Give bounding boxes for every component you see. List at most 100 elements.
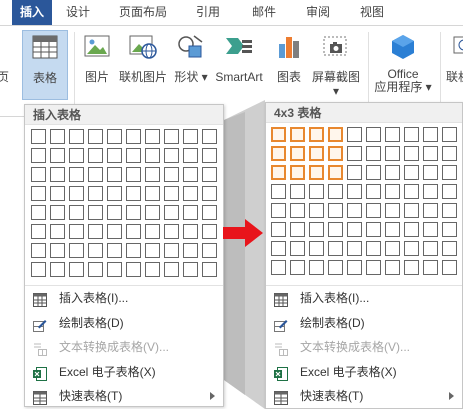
table-grid-cell[interactable] <box>404 165 419 180</box>
table-grid-cell[interactable] <box>164 167 179 182</box>
table-grid-cell[interactable] <box>69 243 84 258</box>
table-grid-cell[interactable] <box>404 184 419 199</box>
table-grid-cell[interactable] <box>202 224 217 239</box>
table-grid-cell[interactable] <box>145 167 160 182</box>
table-grid-cell[interactable] <box>164 205 179 220</box>
table-grid-cell[interactable] <box>183 186 198 201</box>
table-grid-cell[interactable] <box>309 260 324 275</box>
office-apps-button[interactable]: Office 应用程序 ▾ <box>372 30 434 100</box>
table-grid-cell[interactable] <box>202 205 217 220</box>
table-grid-cell[interactable] <box>183 224 198 239</box>
table-grid-cell[interactable] <box>88 205 103 220</box>
table-grid-cell[interactable] <box>347 146 362 161</box>
tab-review[interactable]: 审阅 <box>298 0 338 25</box>
table-grid-cell[interactable] <box>145 186 160 201</box>
table-grid-cell[interactable] <box>31 148 46 163</box>
table-grid-cell[interactable] <box>183 262 198 277</box>
tab-mailings[interactable]: 邮件 <box>244 0 284 25</box>
table-grid-cell[interactable] <box>107 186 122 201</box>
table-grid-cell[interactable] <box>347 165 362 180</box>
smartart-button[interactable]: SmartArt <box>210 30 268 100</box>
table-grid-cell[interactable] <box>404 127 419 142</box>
table-grid-cell[interactable] <box>145 205 160 220</box>
menu-item[interactable]: 快速表格(T) <box>266 384 462 408</box>
table-grid-cell[interactable] <box>271 241 286 256</box>
table-grid-cell[interactable] <box>183 167 198 182</box>
table-grid-cell[interactable] <box>31 243 46 258</box>
table-grid-cell[interactable] <box>385 184 400 199</box>
table-grid-cell[interactable] <box>366 241 381 256</box>
table-grid-cell[interactable] <box>290 260 305 275</box>
table-grid-cell[interactable] <box>69 186 84 201</box>
table-grid-cell[interactable] <box>271 165 286 180</box>
table-grid-cell[interactable] <box>385 127 400 142</box>
table-grid-cell[interactable] <box>442 146 457 161</box>
table-grid-cell[interactable] <box>290 146 305 161</box>
table-grid-cell[interactable] <box>164 148 179 163</box>
table-grid-cell[interactable] <box>271 203 286 218</box>
tab-view[interactable]: 视图 <box>352 0 392 25</box>
menu-item[interactable]: 快速表格(T) <box>25 384 223 408</box>
table-grid-cell[interactable] <box>202 167 217 182</box>
table-grid-cell[interactable] <box>290 241 305 256</box>
table-grid-cell[interactable] <box>126 205 141 220</box>
table-grid-cell[interactable] <box>88 167 103 182</box>
table-grid-cell[interactable] <box>385 260 400 275</box>
table-grid-cell[interactable] <box>423 203 438 218</box>
table-grid-cell[interactable] <box>69 205 84 220</box>
table-grid-cell[interactable] <box>183 205 198 220</box>
table-grid-cell[interactable] <box>202 186 217 201</box>
table-grid-cell[interactable] <box>69 129 84 144</box>
table-grid-cell[interactable] <box>442 260 457 275</box>
table-grid-cell[interactable] <box>328 184 343 199</box>
table-grid-cell[interactable] <box>183 129 198 144</box>
table-grid-cell[interactable] <box>202 129 217 144</box>
table-grid-cell[interactable] <box>366 203 381 218</box>
table-grid-cell[interactable] <box>385 146 400 161</box>
table-grid-cell[interactable] <box>126 129 141 144</box>
shapes-button[interactable]: 形状 ▾ <box>172 30 210 100</box>
table-size-grid[interactable] <box>31 129 221 281</box>
table-grid-cell[interactable] <box>107 224 122 239</box>
table-grid-cell[interactable] <box>442 184 457 199</box>
online-picture-button[interactable]: 联机图片 <box>116 30 170 100</box>
table-grid-cell[interactable] <box>347 241 362 256</box>
table-grid-cell[interactable] <box>328 222 343 237</box>
table-grid-cell[interactable] <box>271 222 286 237</box>
table-grid-cell[interactable] <box>309 184 324 199</box>
table-grid-cell[interactable] <box>50 262 65 277</box>
table-grid-cell[interactable] <box>183 148 198 163</box>
table-grid-cell[interactable] <box>385 241 400 256</box>
table-grid-cell[interactable] <box>347 184 362 199</box>
table-grid-cell[interactable] <box>423 146 438 161</box>
table-grid-cell[interactable] <box>69 148 84 163</box>
tab-page-layout[interactable]: 页面布局 <box>112 0 174 25</box>
table-grid-cell[interactable] <box>309 241 324 256</box>
table-grid-cell[interactable] <box>107 129 122 144</box>
table-grid-cell[interactable] <box>423 165 438 180</box>
table-grid-cell[interactable] <box>385 165 400 180</box>
tab-references[interactable]: 引用 <box>188 0 228 25</box>
table-grid-cell[interactable] <box>404 222 419 237</box>
tab-insert[interactable]: 插入 <box>12 0 52 25</box>
table-grid-cell[interactable] <box>202 148 217 163</box>
menu-item[interactable]: 插入表格(I)... <box>266 286 462 310</box>
ribbon-cut-button-left[interactable]: 页 <box>0 30 12 100</box>
table-size-grid[interactable] <box>271 127 461 279</box>
table-grid-cell[interactable] <box>164 129 179 144</box>
table-grid-cell[interactable] <box>88 186 103 201</box>
table-grid-cell[interactable] <box>423 222 438 237</box>
table-grid-cell[interactable] <box>183 243 198 258</box>
table-grid-cell[interactable] <box>423 260 438 275</box>
table-grid-cell[interactable] <box>126 167 141 182</box>
table-grid-cell[interactable] <box>88 224 103 239</box>
table-grid-cell[interactable] <box>366 127 381 142</box>
table-grid-cell[interactable] <box>126 224 141 239</box>
table-grid-cell[interactable] <box>271 127 286 142</box>
table-grid-cell[interactable] <box>309 146 324 161</box>
table-grid-cell[interactable] <box>107 243 122 258</box>
table-grid-cell[interactable] <box>88 129 103 144</box>
table-grid-cell[interactable] <box>126 243 141 258</box>
tab-design[interactable]: 设计 <box>58 0 98 25</box>
table-grid-cell[interactable] <box>31 224 46 239</box>
